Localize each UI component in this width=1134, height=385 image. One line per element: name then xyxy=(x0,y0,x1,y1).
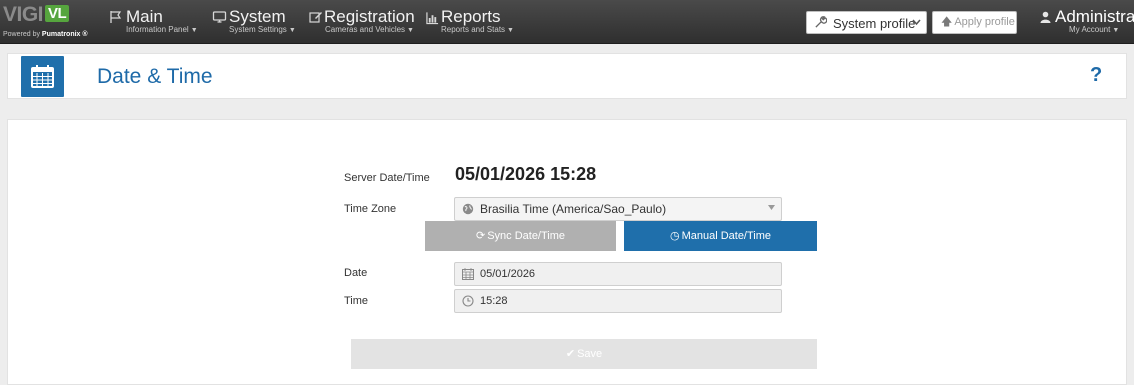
date-value: 05/01/2026 xyxy=(480,268,536,280)
nav-reports-sub: Reports and Stats ▼ xyxy=(441,25,514,34)
nav-main-sub: Information Panel ▼ xyxy=(126,25,198,34)
chevron-down-icon xyxy=(912,19,921,26)
calendar-icon xyxy=(462,268,474,280)
timezone-value: Brasilia Time (America/Sao_Paulo) xyxy=(480,202,667,216)
top-navbar: VIGI VL Powered by Pumatronix ® Main Info… xyxy=(0,0,1134,44)
account-name: Administrador xyxy=(1055,7,1134,26)
globe-icon xyxy=(462,203,474,215)
manual-datetime-button[interactable]: ◷ Manual Date/Time xyxy=(624,221,817,251)
nav-reports-label: Reports xyxy=(441,7,501,26)
user-icon xyxy=(1040,11,1051,23)
page-header: Date & Time ? xyxy=(7,53,1127,99)
logo-wordmark: VIGI VL xyxy=(3,3,70,29)
system-profile-select[interactable]: System profile xyxy=(806,11,927,34)
help-icon[interactable]: ? xyxy=(1090,64,1102,87)
server-datetime-label: Server Date/Time xyxy=(344,172,430,184)
nav-registration-label: Registration xyxy=(324,7,415,26)
sync-datetime-label: Sync Date/Time xyxy=(487,230,566,242)
time-value: 15:28 xyxy=(480,295,508,307)
check-icon: ✔ xyxy=(565,348,576,360)
clock-icon xyxy=(462,295,474,307)
nav-registration-sub: Cameras and Vehicles ▼ xyxy=(325,25,414,34)
apply-profile-label: Apply profile xyxy=(954,16,1015,28)
date-input[interactable]: 05/01/2026 xyxy=(454,262,782,286)
logo-vigi-text: VIGI xyxy=(3,3,44,26)
nav-main-menu[interactable]: Main Information Panel ▼ xyxy=(109,0,198,44)
bar-chart-icon xyxy=(426,12,439,25)
server-datetime-value: 05/01/2026 15:28 xyxy=(455,164,597,184)
wrench-icon xyxy=(815,16,827,28)
arrow-up-icon: 🡅 xyxy=(941,16,953,28)
brand-logo[interactable]: VIGI VL Powered by Pumatronix ® xyxy=(3,3,95,41)
flag-icon xyxy=(110,11,122,23)
powered-prefix: Powered by xyxy=(3,31,42,38)
timezone-select[interactable]: Brasilia Time (America/Sao_Paulo) xyxy=(454,197,782,221)
time-input[interactable]: 15:28 xyxy=(454,289,782,313)
timezone-label: Time Zone xyxy=(344,203,397,215)
powered-brand: Pumatronix ® xyxy=(41,31,88,38)
calendar-icon xyxy=(31,65,54,88)
manual-datetime-label: Manual Date/Time xyxy=(681,230,772,242)
refresh-icon: ⟳ xyxy=(475,230,486,242)
logo-vl-text: VL xyxy=(45,5,70,22)
nav-registration-menu[interactable]: Registration Cameras and Vehicles ▼ xyxy=(309,0,415,44)
powered-by-text: Powered by Pumatronix ® xyxy=(3,31,88,38)
nav-system-label: System xyxy=(229,7,286,26)
save-button[interactable]: ✔ Save xyxy=(351,339,817,369)
system-profile-value: System profile xyxy=(833,16,916,31)
time-label: Time xyxy=(344,295,369,307)
monitor-icon xyxy=(212,11,227,23)
nav-reports-menu[interactable]: Reports Reports and Stats ▼ xyxy=(426,0,516,44)
sync-datetime-button[interactable]: ⟳ Sync Date/Time xyxy=(425,221,616,251)
account-sub: My Account ▼ xyxy=(1069,25,1120,34)
calendar-icon-badge xyxy=(21,56,64,97)
nav-system-menu[interactable]: System System Settings ▼ xyxy=(212,0,296,44)
edit-icon xyxy=(309,12,322,23)
nav-system-sub: System Settings ▼ xyxy=(229,25,296,34)
account-menu[interactable]: Administrador My Account▼ xyxy=(1040,0,1134,44)
page-title: Date & Time xyxy=(97,65,213,88)
apply-profile-button[interactable]: 🡅 Apply profile xyxy=(932,11,1017,34)
nav-main-label: Main xyxy=(126,7,163,26)
save-label: Save xyxy=(577,348,603,360)
date-label: Date xyxy=(344,267,368,279)
caret-down-icon xyxy=(768,205,775,210)
clock-icon: ◷ xyxy=(669,230,680,242)
date-time-panel: Server Date/Time 05/01/2026 15:28 Time Z… xyxy=(7,119,1127,385)
